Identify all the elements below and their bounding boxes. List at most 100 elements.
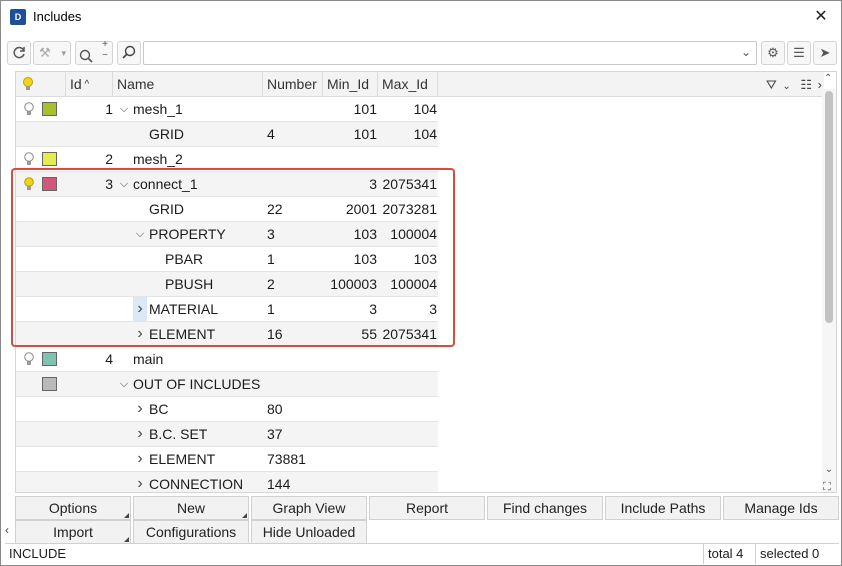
- search-input[interactable]: [148, 44, 728, 62]
- chevron-down-icon[interactable]: ⌄: [782, 81, 790, 92]
- cell-name: mesh_2: [133, 151, 183, 167]
- bulb-off-icon[interactable]: [23, 152, 35, 166]
- options-button[interactable]: Options: [15, 496, 131, 520]
- manage-ids-button[interactable]: Manage Ids: [723, 496, 839, 520]
- cell-max-id: 2075341: [382, 176, 437, 192]
- tree-row[interactable]: 4 main: [16, 347, 438, 372]
- search-button[interactable]: [117, 41, 141, 65]
- tree-row[interactable]: ⌵ OUT OF INCLUDES: [16, 372, 438, 397]
- pointer-button[interactable]: ➤: [813, 41, 837, 65]
- button-label: Manage Ids: [744, 500, 818, 516]
- filter-icon[interactable]: ⛛: [766, 77, 777, 92]
- tree-row[interactable]: 2 mesh_2: [16, 147, 438, 172]
- column-header-max-id[interactable]: Max_Id: [378, 72, 438, 97]
- app-icon: D: [10, 9, 26, 25]
- cell-max-id: [378, 472, 437, 492]
- dropdown-corner-icon: [242, 513, 247, 518]
- cell-max-id: 103: [413, 251, 437, 267]
- cell-id: [66, 122, 113, 146]
- column-chooser-icon[interactable]: ☷: [800, 77, 812, 92]
- tree-row[interactable]: 1 ⌵ mesh_1 101 104: [16, 97, 438, 122]
- color-swatch[interactable]: [42, 102, 57, 116]
- tree-row[interactable]: › ELEMENT 16 55 2075341: [16, 322, 438, 347]
- cell-id: [66, 197, 113, 221]
- tree-row[interactable]: › ELEMENT 73881: [16, 447, 438, 472]
- refresh-icon: [13, 46, 25, 59]
- color-swatch[interactable]: [42, 352, 57, 366]
- column-header-number[interactable]: Number: [263, 72, 323, 97]
- cell-id: 4: [105, 351, 113, 367]
- column-header-id[interactable]: Id ^: [66, 72, 113, 97]
- tree-row[interactable]: GRID 4 101 104: [16, 122, 438, 147]
- graph-view-button[interactable]: Graph View: [251, 496, 367, 520]
- new-button[interactable]: New: [133, 496, 249, 520]
- resize-grip-icon[interactable]: ⛶: [823, 481, 831, 492]
- button-label: Hide Unloaded: [262, 524, 356, 540]
- hide-unloaded-button[interactable]: Hide Unloaded: [251, 520, 367, 544]
- status-total: total 4: [703, 544, 753, 564]
- color-swatch[interactable]: [42, 377, 57, 391]
- tree-row[interactable]: › BC 80: [16, 397, 438, 422]
- settings-button[interactable]: ⚙: [761, 41, 785, 65]
- chevron-right-icon[interactable]: ›: [133, 297, 147, 321]
- column-header-name[interactable]: Name: [113, 72, 263, 97]
- sort-ascending-icon: ^: [81, 79, 90, 90]
- bulb-on-icon[interactable]: [23, 177, 35, 191]
- tree-row[interactable]: 3 ⌵ connect_1 3 2075341: [16, 172, 438, 197]
- chevron-right-icon[interactable]: ›: [133, 322, 147, 346]
- chevron-right-icon[interactable]: ›: [133, 472, 147, 492]
- column-menu-button[interactable]: ☰: [787, 41, 811, 65]
- cell-min-id: 55: [361, 326, 377, 342]
- report-button[interactable]: Report: [369, 496, 485, 520]
- chevron-down-icon[interactable]: ⌵: [117, 97, 131, 121]
- tree-row[interactable]: › B.C. SET 37: [16, 422, 438, 447]
- cell-max-id: [378, 447, 437, 471]
- column-header-min-id[interactable]: Min_Id: [323, 72, 378, 97]
- import-button[interactable]: Import: [15, 520, 131, 544]
- zoom-button[interactable]: + −: [75, 39, 113, 65]
- chevron-down-icon[interactable]: ⌵: [133, 222, 147, 246]
- cell-number: 16: [267, 326, 283, 342]
- tree-row[interactable]: ⌵ PROPERTY 3 103 100004: [16, 222, 438, 247]
- color-swatch[interactable]: [42, 177, 57, 191]
- chevron-right-icon[interactable]: ›: [133, 447, 147, 471]
- chevron-left-icon[interactable]: ‹: [5, 523, 9, 537]
- cell-name: PBAR: [165, 251, 204, 267]
- tree-row[interactable]: › CONNECTION 144: [16, 472, 438, 492]
- tree-row[interactable]: GRID 22 2001 2073281: [16, 197, 438, 222]
- search-combobox[interactable]: ⌄: [143, 41, 757, 65]
- cell-name: PBUSH: [165, 276, 214, 292]
- cell-min-id: [323, 347, 377, 371]
- tree-header: Id ^ Name Number Min_Id Max_Id ⛛ ⌄ ☷ ›: [16, 72, 824, 97]
- cell-id: [66, 422, 113, 446]
- chevron-down-icon[interactable]: ⌵: [117, 372, 131, 396]
- chevron-down-icon: ▾: [61, 48, 66, 58]
- chevron-down-icon[interactable]: ⌄: [822, 464, 836, 475]
- chevron-down-icon[interactable]: ⌄: [741, 45, 751, 59]
- color-swatch[interactable]: [42, 152, 57, 166]
- tools-dropdown-button[interactable]: ⚒ ▾: [33, 41, 71, 65]
- cell-id: [66, 472, 113, 492]
- bulb-off-icon[interactable]: [23, 352, 35, 366]
- cell-id: [66, 272, 113, 296]
- tree-row[interactable]: PBUSH 2 100003 100004: [16, 272, 438, 297]
- find-changes-button[interactable]: Find changes: [487, 496, 603, 520]
- refresh-button[interactable]: [7, 41, 31, 65]
- chevron-down-icon[interactable]: ⌵: [117, 172, 131, 196]
- chevron-right-icon[interactable]: ›: [133, 422, 147, 446]
- bulb-off-icon[interactable]: [23, 102, 35, 116]
- vertical-scrollbar[interactable]: ⌃ ⌄ ⛶: [822, 73, 836, 492]
- scrollbar-thumb[interactable]: [825, 91, 833, 323]
- tree-row[interactable]: › MATERIAL 1 3 3: [16, 297, 438, 322]
- chevron-up-icon[interactable]: ⌃: [824, 73, 832, 84]
- configurations-button[interactable]: Configurations: [133, 520, 249, 544]
- chevron-right-icon[interactable]: ›: [133, 397, 147, 421]
- includes-tree[interactable]: Id ^ Name Number Min_Id Max_Id ⛛ ⌄ ☷ › 1…: [15, 71, 837, 493]
- visibility-column-header[interactable]: [16, 72, 66, 97]
- close-button[interactable]: ✕: [809, 5, 833, 29]
- status-mode: INCLUDE: [9, 546, 67, 561]
- include-paths-button[interactable]: Include Paths: [605, 496, 721, 520]
- button-label: New: [176, 500, 205, 516]
- tree-row[interactable]: PBAR 1 103 103: [16, 247, 438, 272]
- includes-window: D Includes ✕ ⚒ ▾ + − ⌄ ⚙ ☰ ➤ Id ^ Name N…: [0, 0, 842, 566]
